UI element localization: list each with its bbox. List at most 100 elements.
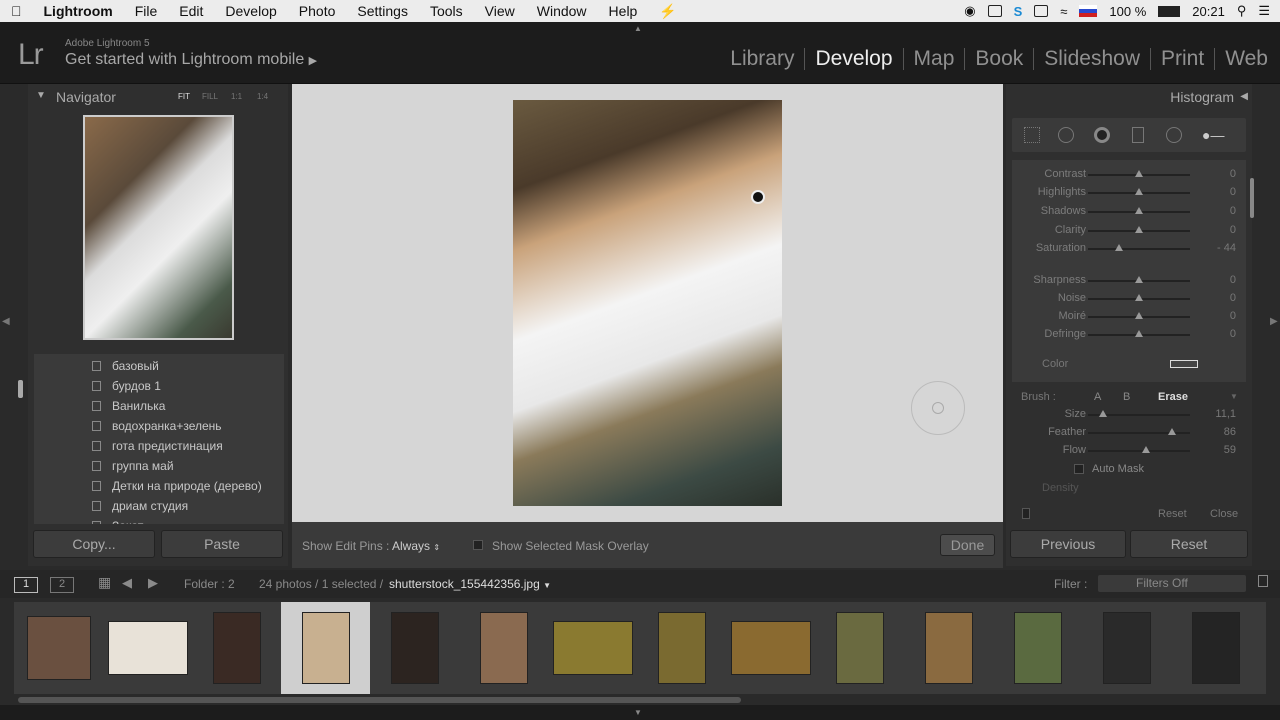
- record-icon[interactable]: ◉: [964, 3, 975, 19]
- zoom-1-1[interactable]: 1:1: [231, 92, 242, 101]
- filmstrip-thumbnail[interactable]: [726, 602, 815, 694]
- edit-pin[interactable]: [751, 190, 765, 204]
- slider-knob[interactable]: [1135, 330, 1143, 337]
- brush-collapse-icon[interactable]: ▼: [1230, 392, 1238, 401]
- filmstrip-scrollbar[interactable]: [18, 697, 741, 703]
- filmstrip-thumbnail[interactable]: [993, 602, 1082, 694]
- slider-row[interactable]: Sharpness 0: [1012, 272, 1246, 290]
- menu-edit[interactable]: Edit: [168, 3, 214, 19]
- preset-item[interactable]: водохранка+зелень: [34, 416, 284, 436]
- module-web[interactable]: Web: [1215, 48, 1280, 70]
- grid-view-icon[interactable]: ▦: [98, 574, 111, 591]
- histogram-collapse-icon[interactable]: ◀: [1240, 91, 1248, 102]
- language-flag-icon[interactable]: [1079, 5, 1098, 17]
- graduated-filter-tool-icon[interactable]: [1132, 127, 1144, 143]
- histogram-header[interactable]: Histogram ◀: [1006, 84, 1252, 110]
- preset-item[interactable]: Ванилька: [34, 396, 284, 416]
- navigator-preview-image[interactable]: [83, 115, 234, 340]
- brush-close[interactable]: Close: [1210, 508, 1238, 520]
- filmstrip-thumbnail[interactable]: [459, 602, 548, 694]
- slider-value[interactable]: 86: [1224, 426, 1236, 438]
- get-started-mobile-link[interactable]: Get started with Lightroom mobile ▶: [65, 51, 317, 69]
- main-photo[interactable]: [513, 100, 782, 506]
- copy-button[interactable]: Copy...: [33, 530, 155, 558]
- forward-arrow-icon[interactable]: ▶: [148, 575, 158, 591]
- disclosure-triangle-icon[interactable]: ▼: [36, 90, 46, 101]
- slider-value[interactable]: 0: [1230, 310, 1236, 322]
- slider-track[interactable]: [1088, 248, 1190, 250]
- slider-knob[interactable]: [1167, 428, 1176, 435]
- collapse-top-arrow-icon[interactable]: ▲: [634, 24, 642, 33]
- slider-row[interactable]: Flow 59: [1012, 442, 1246, 460]
- clock[interactable]: 20:21: [1192, 4, 1225, 19]
- slider-value[interactable]: 0: [1230, 328, 1236, 340]
- slider-knob[interactable]: [1135, 312, 1143, 319]
- slider-row[interactable]: Noise 0: [1012, 290, 1246, 308]
- filmstrip-thumbnail[interactable]: [815, 602, 904, 694]
- slider-value[interactable]: 0: [1230, 274, 1236, 286]
- previous-button[interactable]: Previous: [1010, 530, 1126, 558]
- filter-select[interactable]: Filters Off: [1098, 575, 1246, 592]
- collapse-bottom-arrow-icon[interactable]: ▼: [634, 708, 642, 717]
- slider-knob[interactable]: [1142, 446, 1151, 453]
- crop-tool-icon[interactable]: [1024, 127, 1040, 143]
- filmstrip-thumbnail[interactable]: [1171, 602, 1260, 694]
- slider-value[interactable]: 11,1: [1215, 408, 1236, 420]
- reset-button[interactable]: Reset: [1130, 530, 1248, 558]
- menu-tools[interactable]: Tools: [419, 3, 474, 19]
- filmstrip-thumbnail[interactable]: [192, 602, 281, 694]
- preset-item[interactable]: базовый: [34, 356, 284, 376]
- mask-overlay-checkbox[interactable]: [473, 540, 483, 550]
- slider-knob[interactable]: [1135, 170, 1143, 177]
- done-button[interactable]: Done: [940, 534, 995, 556]
- brush-a[interactable]: A: [1094, 391, 1101, 403]
- menu-photo[interactable]: Photo: [288, 3, 347, 19]
- slider-row[interactable]: Feather 86: [1012, 424, 1246, 442]
- filmstrip-thumbnail[interactable]: [103, 602, 192, 694]
- brush-reset[interactable]: Reset: [1158, 508, 1187, 520]
- panel-switch-icon[interactable]: [1022, 508, 1030, 519]
- airplay-icon[interactable]: [1034, 5, 1049, 17]
- slider-row[interactable]: Contrast 0: [1012, 166, 1246, 184]
- menu-develop[interactable]: Develop: [214, 3, 287, 19]
- menu-view[interactable]: View: [474, 3, 526, 19]
- slider-value[interactable]: 0: [1230, 292, 1236, 304]
- slider-knob[interactable]: [1114, 244, 1123, 251]
- spotlight-search-icon[interactable]: ⚲: [1237, 3, 1247, 19]
- slider-row[interactable]: Clarity 0: [1012, 222, 1246, 240]
- slider-row[interactable]: Moiré 0: [1012, 308, 1246, 326]
- flash-icon[interactable]: ⚡: [648, 3, 687, 20]
- red-eye-tool-icon[interactable]: [1094, 127, 1110, 143]
- photo-canvas[interactable]: [292, 84, 1003, 522]
- slider-track[interactable]: [1088, 450, 1190, 452]
- slider-knob[interactable]: [1135, 188, 1143, 195]
- preset-item[interactable]: бурдов 1: [34, 376, 284, 396]
- filename[interactable]: shutterstock_155442356.jpg ▼: [389, 577, 551, 591]
- spot-removal-tool-icon[interactable]: [1058, 127, 1074, 143]
- brush-b[interactable]: B: [1123, 391, 1130, 403]
- screen-2-tab[interactable]: 2: [50, 577, 74, 593]
- collapse-right-arrow-icon[interactable]: ▶: [1270, 316, 1278, 327]
- windows-icon[interactable]: [987, 5, 1002, 17]
- slider-row[interactable]: Defringe 0: [1012, 326, 1246, 344]
- paste-button[interactable]: Paste: [161, 530, 283, 558]
- color-swatch[interactable]: [1170, 360, 1198, 368]
- module-map[interactable]: Map: [904, 48, 966, 70]
- filmstrip-thumbnail[interactable]: [637, 602, 726, 694]
- filmstrip-thumbnail[interactable]: [548, 602, 637, 694]
- slider-value[interactable]: 0: [1230, 205, 1236, 217]
- back-arrow-icon[interactable]: ◀: [122, 575, 132, 591]
- preset-item[interactable]: гота предистинация: [34, 436, 284, 456]
- module-slideshow[interactable]: Slideshow: [1034, 48, 1151, 70]
- filmstrip-thumbnail[interactable]: [14, 602, 103, 694]
- module-develop[interactable]: Develop: [805, 48, 904, 70]
- slider-row[interactable]: Highlights 0: [1012, 184, 1246, 202]
- preset-item[interactable]: Закат: [34, 516, 284, 524]
- module-library[interactable]: Library: [720, 48, 806, 70]
- filmstrip-thumbnail[interactable]: [1082, 602, 1171, 694]
- menu-settings[interactable]: Settings: [346, 3, 419, 19]
- auto-mask-checkbox[interactable]: [1074, 464, 1084, 474]
- adjustment-brush-tool-icon[interactable]: ●—: [1202, 127, 1224, 143]
- slider-value[interactable]: 0: [1230, 168, 1236, 180]
- collapse-left-arrow-icon[interactable]: ◀: [2, 316, 10, 327]
